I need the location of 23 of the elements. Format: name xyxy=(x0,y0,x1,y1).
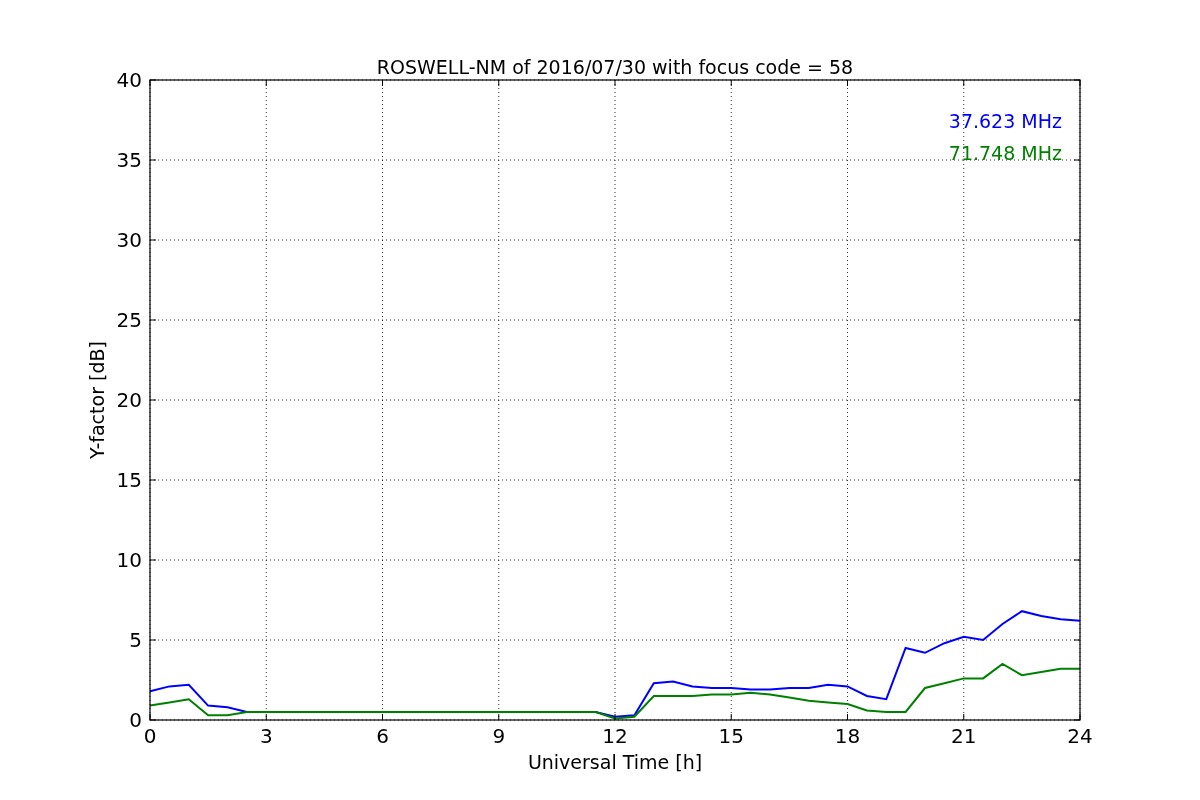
y-axis-label: Y-factor [dB] xyxy=(86,341,108,459)
tick-label: 20 xyxy=(116,388,142,412)
tick-label: 15 xyxy=(718,724,744,748)
tick-label: 24 xyxy=(1067,724,1093,748)
tick-label: 9 xyxy=(492,724,506,748)
tick-label: 15 xyxy=(116,468,142,492)
tick-label: 12 xyxy=(602,724,628,748)
tick-label: 3 xyxy=(259,724,273,748)
x-axis-label: Universal Time [h] xyxy=(527,751,703,773)
tick-label: 40 xyxy=(116,68,142,92)
tick-label: 0 xyxy=(129,708,142,732)
tick-label: 35 xyxy=(116,148,142,172)
legend-label: 71.748 MHz xyxy=(948,142,1062,164)
tick-label: 5 xyxy=(129,628,142,652)
tick-label: 0 xyxy=(143,724,157,748)
tick-label: 6 xyxy=(376,724,389,748)
tick-label: 18 xyxy=(834,724,861,748)
tick-label: 10 xyxy=(116,548,142,572)
tick-label: 30 xyxy=(116,228,142,252)
chart-title: ROSWELL-NM of 2016/07/30 with focus code = 58 xyxy=(376,56,854,78)
legend-label: 37.623 MHz xyxy=(948,110,1062,132)
tick-label: 21 xyxy=(951,724,977,748)
tick-label: 25 xyxy=(116,308,142,332)
